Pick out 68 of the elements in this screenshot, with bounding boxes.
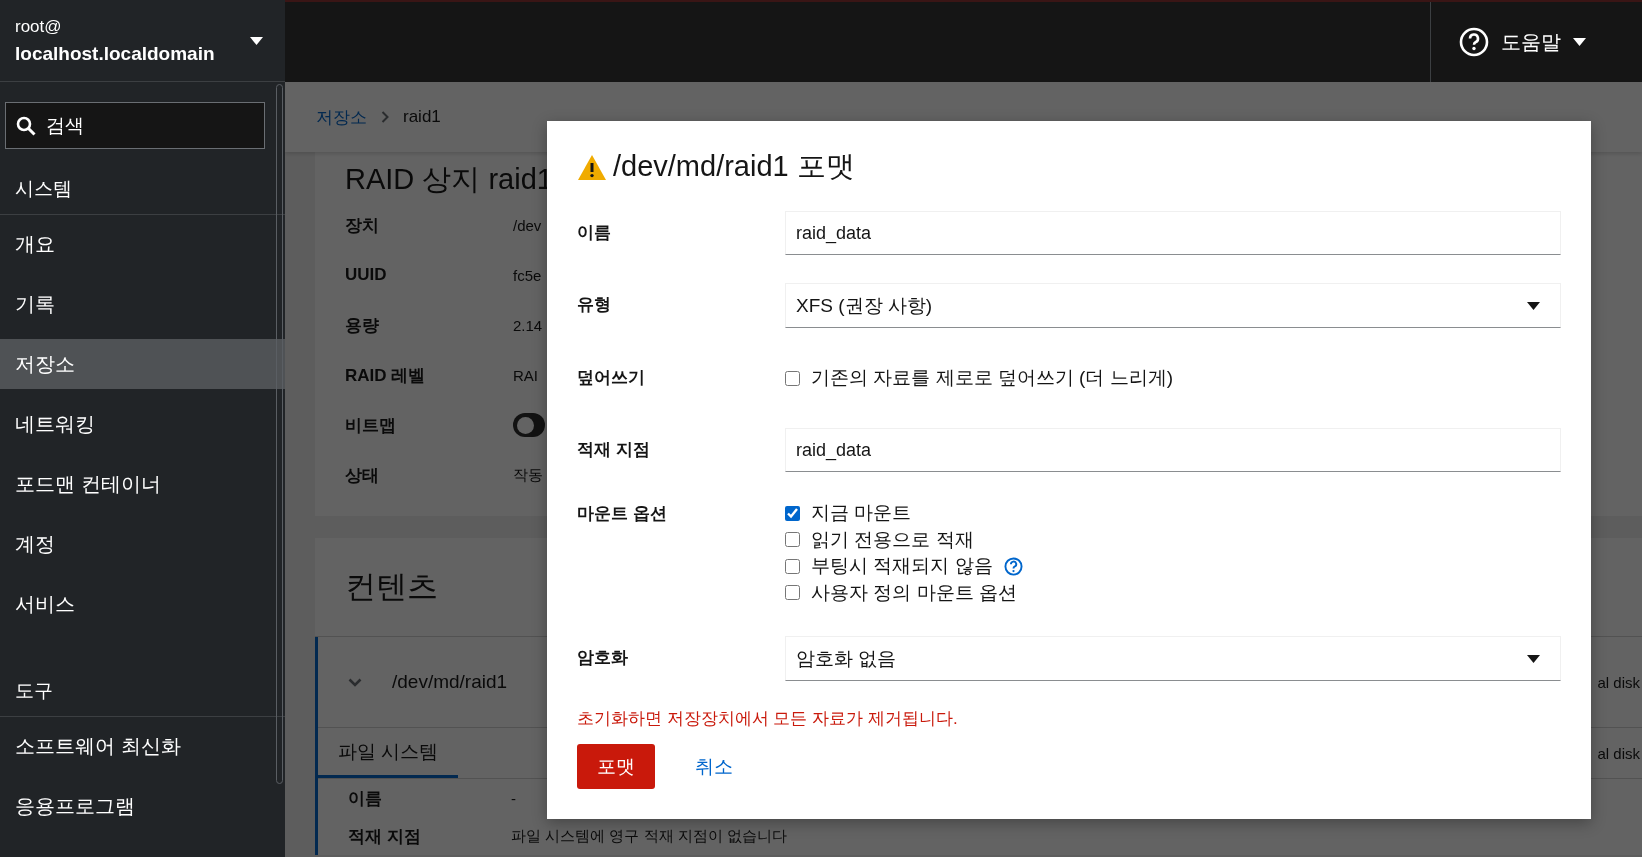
select-field[interactable]: XFS (권장 사항) bbox=[785, 283, 1561, 328]
detail-value: /dev bbox=[513, 216, 542, 234]
device-name: /dev/md/raid1 bbox=[392, 671, 508, 693]
chevron-right-icon bbox=[381, 111, 389, 123]
select-field[interactable]: 암호화 없음 bbox=[785, 636, 1561, 681]
nav-item[interactable]: 네트워킹 bbox=[0, 399, 285, 449]
search-icon bbox=[16, 115, 36, 136]
detail-value: 파일 시스템에 영구 적재 지점이 없습니다 bbox=[511, 826, 787, 846]
checkbox-label[interactable]: 사용자 정의 마운트 옵션 bbox=[785, 579, 1017, 606]
checkbox-label[interactable]: 읽기 전용으로 적재 bbox=[785, 526, 974, 553]
caret-icon bbox=[1573, 38, 1586, 46]
nav-item[interactable]: 포드맨 컨테이너 bbox=[0, 459, 285, 509]
warning-text: 초기화하면 저장장치에서 모든 자료가 제거됩니다. bbox=[577, 708, 959, 730]
checkbox[interactable] bbox=[785, 585, 800, 601]
caret-icon bbox=[1527, 654, 1540, 663]
user-name: root@ bbox=[15, 16, 63, 37]
checkbox[interactable] bbox=[785, 558, 800, 574]
dialog-title: /dev/md/raid1 포맷 bbox=[613, 149, 855, 184]
field-label: 암호화 bbox=[577, 647, 628, 669]
caret-icon bbox=[250, 36, 263, 45]
field-label: 이름 bbox=[577, 222, 611, 244]
detail-label: RAID 레벨 bbox=[345, 364, 426, 387]
card-title: 컨텐츠 bbox=[345, 568, 438, 606]
field-label: 적재 지점 bbox=[577, 439, 650, 461]
warning-icon bbox=[577, 153, 607, 181]
field-label: 마운트 옵션 bbox=[577, 503, 667, 525]
table-cell: al disk bbox=[1597, 744, 1640, 762]
nav-item[interactable]: 소프트웨어 최신화 bbox=[0, 721, 285, 771]
chevron-down-icon[interactable] bbox=[348, 677, 362, 687]
cancel-button[interactable]: 취소 bbox=[675, 744, 753, 789]
card-title: RAID 상지 raid1 bbox=[345, 162, 553, 197]
text-field[interactable]: raid_data bbox=[785, 211, 1561, 255]
nav-item[interactable]: 응용프로그램 bbox=[0, 781, 285, 831]
detail-label: 비트맵 bbox=[345, 414, 396, 437]
detail-label: 상태 bbox=[345, 464, 379, 487]
detail-label: 적재 지점 bbox=[348, 825, 421, 848]
toggle-switch[interactable] bbox=[513, 413, 545, 437]
checkbox-label[interactable]: 부팅시 적재되지 않음 bbox=[785, 553, 1023, 580]
checkbox[interactable] bbox=[785, 532, 800, 548]
field-label: 덮어쓰기 bbox=[577, 367, 645, 389]
checkbox-label[interactable]: 기존의 자료를 제로로 덮어쓰기 (더 느리게) bbox=[785, 364, 1174, 392]
breadcrumb-current: raid1 bbox=[403, 107, 441, 127]
detail-value: 2.14 bbox=[513, 316, 543, 334]
caret-icon bbox=[1527, 301, 1540, 310]
table-cell: al disk bbox=[1597, 673, 1640, 691]
detail-label: 용량 bbox=[345, 314, 379, 337]
detail-value: fc5e bbox=[513, 266, 542, 284]
detail-value: RAI bbox=[513, 366, 538, 384]
help-icon bbox=[1459, 27, 1489, 57]
detail-label: 장치 bbox=[345, 214, 379, 237]
search-field[interactable]: 검색 bbox=[5, 102, 265, 149]
detail-label: UUID bbox=[345, 265, 387, 285]
nav-item[interactable]: 저장소 bbox=[0, 339, 285, 389]
checkbox[interactable] bbox=[785, 505, 800, 521]
checkbox-label[interactable]: 지금 마운트 bbox=[785, 500, 912, 527]
format-button[interactable]: 포맷 bbox=[577, 744, 655, 789]
host-name: localhost.localdomain bbox=[15, 42, 215, 65]
nav-item[interactable]: 계정 bbox=[0, 519, 285, 569]
detail-value: - bbox=[511, 789, 516, 807]
nav-item[interactable]: 개요 bbox=[0, 219, 285, 269]
field-label: 유형 bbox=[577, 294, 611, 316]
detail-label: 이름 bbox=[348, 787, 382, 810]
help-icon[interactable] bbox=[1003, 556, 1023, 576]
text-field[interactable]: raid_data bbox=[785, 428, 1561, 472]
detail-value: 작동 bbox=[513, 465, 543, 485]
checkbox[interactable] bbox=[785, 370, 800, 386]
nav-item[interactable]: 서비스 bbox=[0, 579, 285, 629]
nav-item[interactable]: 기록 bbox=[0, 279, 285, 329]
